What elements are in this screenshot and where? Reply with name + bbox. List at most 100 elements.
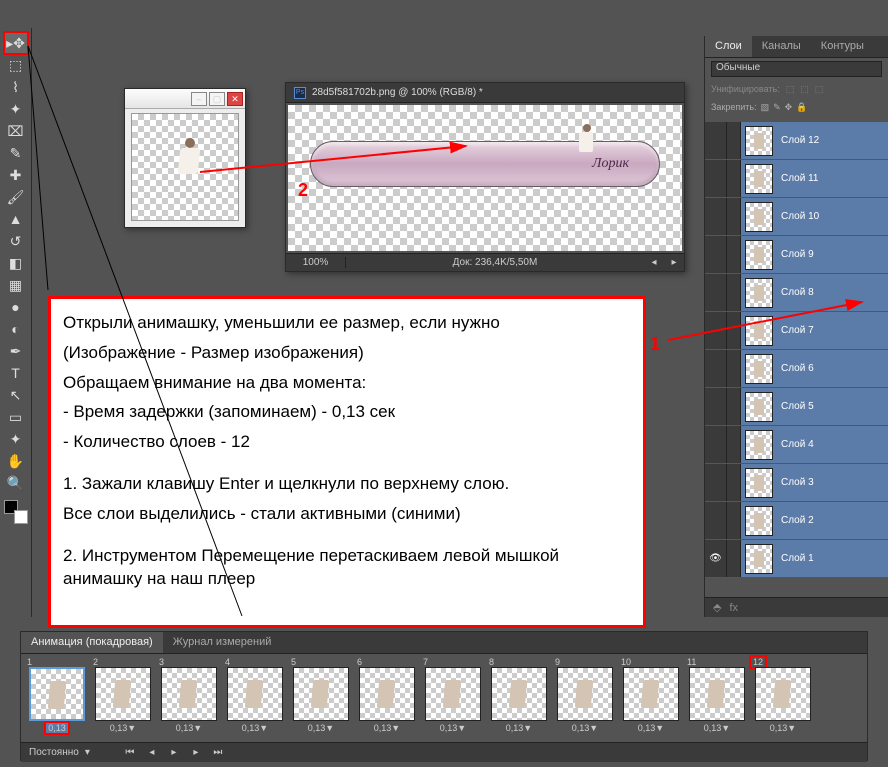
frame-thumbnail[interactable] — [491, 667, 547, 721]
link-slot[interactable] — [727, 426, 741, 463]
tool-shape[interactable]: ▭ — [5, 407, 27, 427]
link-slot[interactable] — [727, 388, 741, 425]
visibility-toggle[interactable] — [705, 426, 727, 463]
tool-blur[interactable]: ● — [5, 297, 27, 317]
unify-icon[interactable]: ⬚ — [786, 84, 795, 95]
frame-thumbnail[interactable] — [227, 667, 283, 721]
frame-thumbnail[interactable] — [557, 667, 613, 721]
unify-icon[interactable]: ⬚ — [815, 84, 824, 95]
frame-thumbnail[interactable] — [293, 667, 349, 721]
link-slot[interactable] — [727, 198, 741, 235]
animation-frame[interactable]: 10 0,13▼ — [619, 657, 683, 739]
prev-frame-button[interactable]: ◂ — [144, 747, 160, 758]
animation-frame[interactable]: 8 0,13▼ — [487, 657, 551, 739]
tab-channels[interactable]: Каналы — [752, 36, 811, 57]
tab-layers[interactable]: Слои — [705, 36, 752, 57]
visibility-toggle[interactable] — [705, 274, 727, 311]
layer-row[interactable]: Слой 8 — [705, 274, 888, 312]
tab-animation-frames[interactable]: Анимация (покадровая) — [21, 632, 163, 653]
link-slot[interactable] — [727, 122, 741, 159]
layer-row[interactable]: Слой 5 — [705, 388, 888, 426]
tool-gradient[interactable]: ▦ — [5, 275, 27, 295]
frame-thumbnail[interactable] — [29, 667, 85, 721]
layer-thumbnail[interactable] — [745, 544, 773, 574]
tool-stamp[interactable]: ▲ — [5, 209, 27, 229]
lock-move-icon[interactable]: ✥ — [785, 102, 793, 113]
visibility-toggle[interactable] — [705, 160, 727, 197]
link-slot[interactable] — [727, 350, 741, 387]
scroll-right-icon[interactable]: ▸ — [664, 257, 684, 268]
tab-paths[interactable]: Контуры — [811, 36, 874, 57]
animation-frame[interactable]: 6 0,13▼ — [355, 657, 419, 739]
color-swatches[interactable] — [4, 500, 28, 524]
layer-name[interactable]: Слой 11 — [777, 173, 888, 184]
layer-row[interactable]: Слой 9 — [705, 236, 888, 274]
frame-delay[interactable]: 0,13 — [46, 723, 68, 733]
layer-name[interactable]: Слой 6 — [777, 363, 888, 374]
tool-3d[interactable]: ✦ — [5, 429, 27, 449]
tool-eraser[interactable]: ◧ — [5, 253, 27, 273]
source-titlebar[interactable]: – ▢ ✕ — [125, 89, 245, 109]
animation-frame[interactable]: 1 0,13 — [25, 657, 89, 739]
layer-thumbnail[interactable] — [745, 468, 773, 498]
source-canvas[interactable] — [131, 113, 239, 221]
tool-eyedropper[interactable]: ✎ — [5, 143, 27, 163]
link-slot[interactable] — [727, 274, 741, 311]
frame-delay[interactable]: 0,13▼ — [506, 723, 532, 733]
layer-name[interactable]: Слой 4 — [777, 439, 888, 450]
close-button[interactable]: ✕ — [227, 92, 243, 106]
layer-thumbnail[interactable] — [745, 354, 773, 384]
tool-brush[interactable]: 🖌 — [5, 187, 27, 207]
layer-thumbnail[interactable] — [745, 430, 773, 460]
frame-thumbnail[interactable] — [161, 667, 217, 721]
document-canvas[interactable]: Лорик — [288, 105, 682, 251]
layer-name[interactable]: Слой 1 — [777, 553, 888, 564]
tool-zoom[interactable]: 🔍 — [5, 473, 27, 493]
maximize-button[interactable]: ▢ — [209, 92, 225, 106]
layer-row[interactable]: 👁 Слой 1 — [705, 540, 888, 578]
link-layers-icon[interactable]: ⬘ — [713, 601, 721, 614]
layer-row[interactable]: Слой 4 — [705, 426, 888, 464]
tool-lasso[interactable]: ⌇ — [5, 77, 27, 97]
frame-thumbnail[interactable] — [689, 667, 745, 721]
tool-pen[interactable]: ✒ — [5, 341, 27, 361]
visibility-toggle[interactable]: 👁 — [705, 540, 727, 577]
frame-delay[interactable]: 0,13▼ — [704, 723, 730, 733]
layer-thumbnail[interactable] — [745, 240, 773, 270]
link-slot[interactable] — [727, 160, 741, 197]
unify-icon[interactable]: ⬚ — [800, 84, 809, 95]
layer-thumbnail[interactable] — [745, 278, 773, 308]
visibility-toggle[interactable] — [705, 388, 727, 425]
tool-path[interactable]: ↖ — [5, 385, 27, 405]
frame-thumbnail[interactable] — [755, 667, 811, 721]
animation-frame[interactable]: 5 0,13▼ — [289, 657, 353, 739]
link-slot[interactable] — [727, 502, 741, 539]
tool-heal[interactable]: ✚ — [5, 165, 27, 185]
tool-move[interactable]: ▸✥ — [5, 33, 27, 53]
zoom-field[interactable]: 100% — [286, 257, 346, 268]
layer-style-icon[interactable]: fx — [729, 602, 738, 614]
lock-trans-icon[interactable]: ▧ — [761, 102, 770, 113]
link-slot[interactable] — [727, 236, 741, 273]
animation-frame[interactable]: 4 0,13▼ — [223, 657, 287, 739]
layer-name[interactable]: Слой 2 — [777, 515, 888, 526]
play-button[interactable]: ▸ — [166, 747, 182, 758]
frame-thumbnail[interactable] — [623, 667, 679, 721]
frame-delay[interactable]: 0,13▼ — [176, 723, 202, 733]
link-slot[interactable] — [727, 464, 741, 501]
animation-frame[interactable]: 11 0,13▼ — [685, 657, 749, 739]
document-tab[interactable]: Ps 28d5f581702b.png @ 100% (RGB/8) * — [286, 83, 684, 103]
frame-delay[interactable]: 0,13▼ — [110, 723, 136, 733]
visibility-toggle[interactable] — [705, 236, 727, 273]
layer-name[interactable]: Слой 9 — [777, 249, 888, 260]
layer-thumbnail[interactable] — [745, 392, 773, 422]
animation-frame[interactable]: 2 0,13▼ — [91, 657, 155, 739]
visibility-toggle[interactable] — [705, 502, 727, 539]
frame-delay[interactable]: 0,13▼ — [374, 723, 400, 733]
layer-name[interactable]: Слой 3 — [777, 477, 888, 488]
tool-wand[interactable]: ✦ — [5, 99, 27, 119]
frame-thumbnail[interactable] — [359, 667, 415, 721]
layer-row[interactable]: Слой 6 — [705, 350, 888, 388]
tool-marquee[interactable]: ⬚ — [5, 55, 27, 75]
first-frame-button[interactable]: ⏮ — [122, 747, 138, 758]
